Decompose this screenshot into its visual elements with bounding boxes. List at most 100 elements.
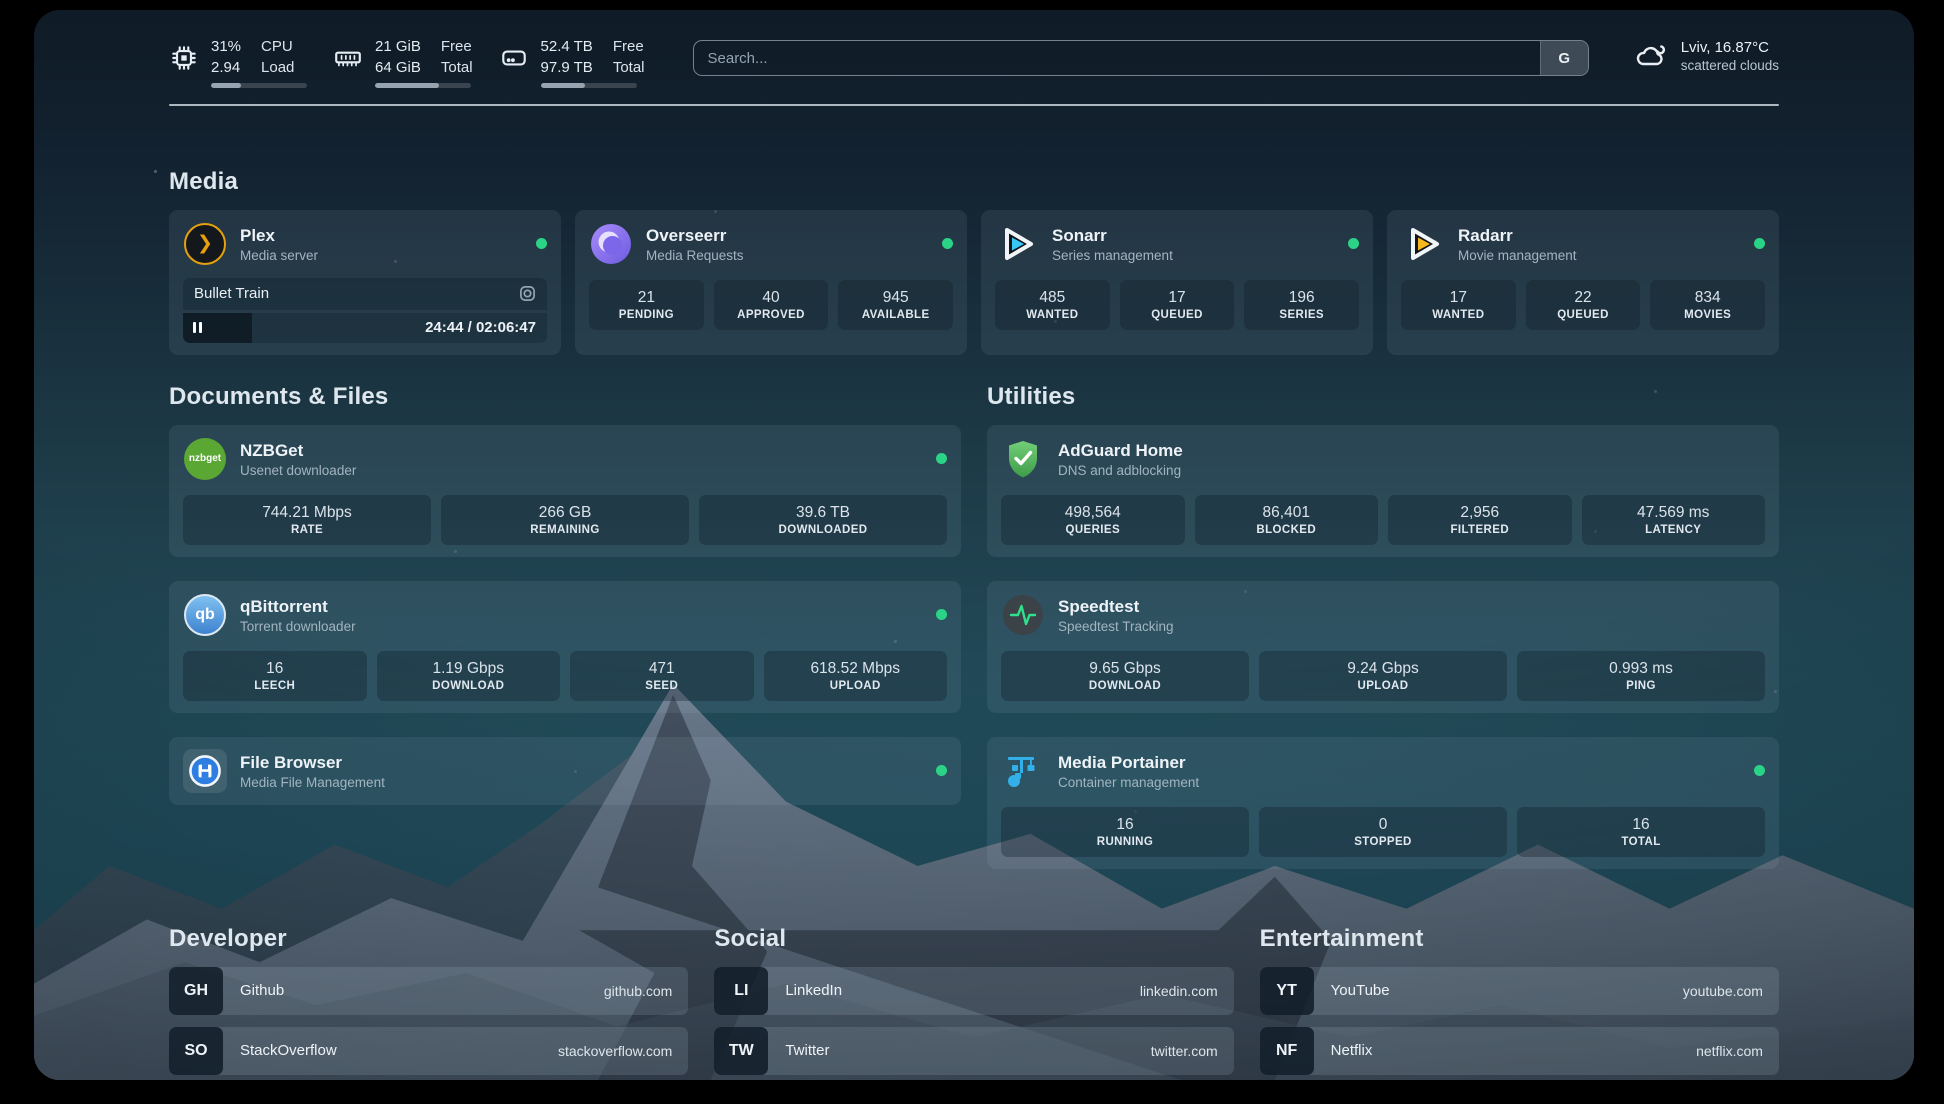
overseerr-icon (589, 222, 633, 266)
stat-filtered: 2,956 FILTERED (1388, 495, 1572, 545)
service-card-adguard[interactable]: AdGuard Home DNS and adblocking 498,564 … (987, 425, 1779, 557)
stat-running: 16 RUNNING (1001, 807, 1249, 857)
radarr-icon (1401, 222, 1445, 266)
filebrowser-icon (183, 749, 227, 793)
stat-seed: 471 SEED (570, 651, 754, 701)
bookmark-abbr: YT (1260, 967, 1314, 1015)
memory-total: 64 GiB (375, 57, 421, 78)
disk-label-bottom: Total (613, 57, 645, 78)
speedtest-pulse-icon (1001, 593, 1045, 637)
status-dot (1348, 238, 1359, 249)
service-card-portainer[interactable]: Media Portainer Container management 16 … (987, 737, 1779, 869)
qbittorrent-icon: qb (183, 593, 227, 637)
bookmark-youtube[interactable]: YT YouTube youtube.com (1260, 967, 1779, 1015)
bookmark-netflix[interactable]: NF Netflix netflix.com (1260, 1027, 1779, 1075)
section-title-entertainment: Entertainment (1260, 925, 1779, 953)
disk-icon (499, 36, 529, 80)
playback-time: 24:44 / 02:06:47 (425, 319, 547, 336)
stat-stopped: 0 STOPPED (1259, 807, 1507, 857)
stat-queued: 22 QUEUED (1526, 280, 1641, 330)
stat-upload: 9.24 Gbps UPLOAD (1259, 651, 1507, 701)
memory-widget: 21 GiB 64 GiB Free Total (333, 36, 473, 88)
bookmark-url: linkedin.com (1140, 967, 1234, 1015)
bookmark-abbr: NF (1260, 1027, 1314, 1075)
bookmark-abbr: GH (169, 967, 223, 1015)
pause-icon (193, 322, 202, 333)
stat-wanted: 485 WANTED (995, 280, 1110, 330)
search-bar: G (693, 40, 1589, 76)
bookmark-twitter[interactable]: TW Twitter twitter.com (714, 1027, 1233, 1075)
service-card-overseerr[interactable]: Overseerr Media Requests 21 PENDING 40 A… (575, 210, 967, 355)
service-title: Plex (240, 225, 318, 246)
service-subtitle: Media Requests (646, 248, 744, 263)
service-card-radarr[interactable]: Radarr Movie management 17 WANTED 22 QUE… (1387, 210, 1779, 355)
bookmark-name: Netflix (1314, 1027, 1373, 1075)
status-dot (1754, 765, 1765, 776)
memory-label-bottom: Total (441, 57, 473, 78)
service-card-plex[interactable]: ❯ Plex Media server Bullet Train (169, 210, 561, 355)
sonarr-icon (995, 222, 1039, 266)
stat-upload: 618.52 Mbps UPLOAD (764, 651, 948, 701)
service-card-sonarr[interactable]: Sonarr Series management 485 WANTED 17 Q… (981, 210, 1373, 355)
service-subtitle: Container management (1058, 775, 1199, 790)
utilities-column: Utilities (987, 383, 1779, 869)
service-subtitle: Usenet downloader (240, 463, 356, 478)
service-title: Radarr (1458, 225, 1577, 246)
disk-free: 52.4 TB (541, 36, 593, 57)
section-title-developer: Developer (169, 925, 688, 953)
stat-rate: 744.21 Mbps RATE (183, 495, 431, 545)
memory-icon (333, 36, 363, 80)
cpu-progress-bar (211, 83, 307, 88)
stat-download: 9.65 Gbps DOWNLOAD (1001, 651, 1249, 701)
service-subtitle: Movie management (1458, 248, 1577, 263)
disk-widget: 52.4 TB 97.9 TB Free Total (499, 36, 645, 88)
service-subtitle: Media File Management (240, 775, 385, 790)
cpu-percent: 31% (211, 36, 241, 57)
bookmark-abbr: SO (169, 1027, 223, 1075)
service-subtitle: DNS and adblocking (1058, 463, 1183, 478)
service-card-nzbget[interactable]: nzbget NZBGet Usenet downloader (169, 425, 961, 557)
disk-progress-bar (541, 83, 637, 88)
service-title: AdGuard Home (1058, 440, 1183, 461)
status-dot (936, 609, 947, 620)
cpu-label-bottom: Load (261, 57, 294, 78)
search-provider-button[interactable]: G (1540, 41, 1588, 75)
bookmark-url: stackoverflow.com (558, 1027, 688, 1075)
cpu-load: 2.94 (211, 57, 241, 78)
status-dot (1754, 238, 1765, 249)
stat-downloaded: 39.6 TB DOWNLOADED (699, 495, 947, 545)
now-playing-title: Bullet Train (194, 285, 269, 302)
section-title-media: Media (169, 168, 1779, 196)
service-subtitle: Torrent downloader (240, 619, 356, 634)
stat-queries: 498,564 QUERIES (1001, 495, 1185, 545)
bookmark-group-entertainment: Entertainment YT YouTube youtube.com NF … (1260, 925, 1779, 1081)
plex-icon: ❯ (183, 222, 227, 266)
weather-location-temp: Lviv, 16.87°C (1681, 39, 1779, 56)
stat-approved: 40 APPROVED (714, 280, 829, 330)
bookmark-linkedin[interactable]: LI LinkedIn linkedin.com (714, 967, 1233, 1015)
cpu-widget: 31% 2.94 CPU Load (169, 36, 307, 88)
memory-free: 21 GiB (375, 36, 421, 57)
bookmark-github[interactable]: GH Github github.com (169, 967, 688, 1015)
bookmark-stackoverflow[interactable]: SO StackOverflow stackoverflow.com (169, 1027, 688, 1075)
section-title-social: Social (714, 925, 1233, 953)
service-card-speedtest[interactable]: Speedtest Speedtest Tracking 9.65 Gbps D… (987, 581, 1779, 713)
service-title: NZBGet (240, 440, 356, 461)
stat-leech: 16 LEECH (183, 651, 367, 701)
bookmark-url: youtube.com (1683, 967, 1779, 1015)
adguard-shield-icon (1001, 437, 1045, 481)
stat-blocked: 86,401 BLOCKED (1195, 495, 1379, 545)
service-title: Overseerr (646, 225, 744, 246)
dashboard-root: 31% 2.94 CPU Load (0, 0, 1944, 1104)
cloud-icon (1633, 38, 1669, 74)
service-card-filebrowser[interactable]: File Browser Media File Management (169, 737, 961, 805)
service-card-qbittorrent[interactable]: qb qBittorrent Torrent downloader (169, 581, 961, 713)
section-title-utilities: Utilities (987, 383, 1779, 411)
weather-widget: Lviv, 16.87°C scattered clouds (1633, 38, 1779, 74)
disk-label-top: Free (613, 36, 645, 57)
bookmark-url: netflix.com (1696, 1027, 1779, 1075)
status-dot (536, 238, 547, 249)
search-input[interactable] (694, 41, 1540, 75)
status-dot (936, 453, 947, 464)
cpu-chip-icon (169, 36, 199, 80)
